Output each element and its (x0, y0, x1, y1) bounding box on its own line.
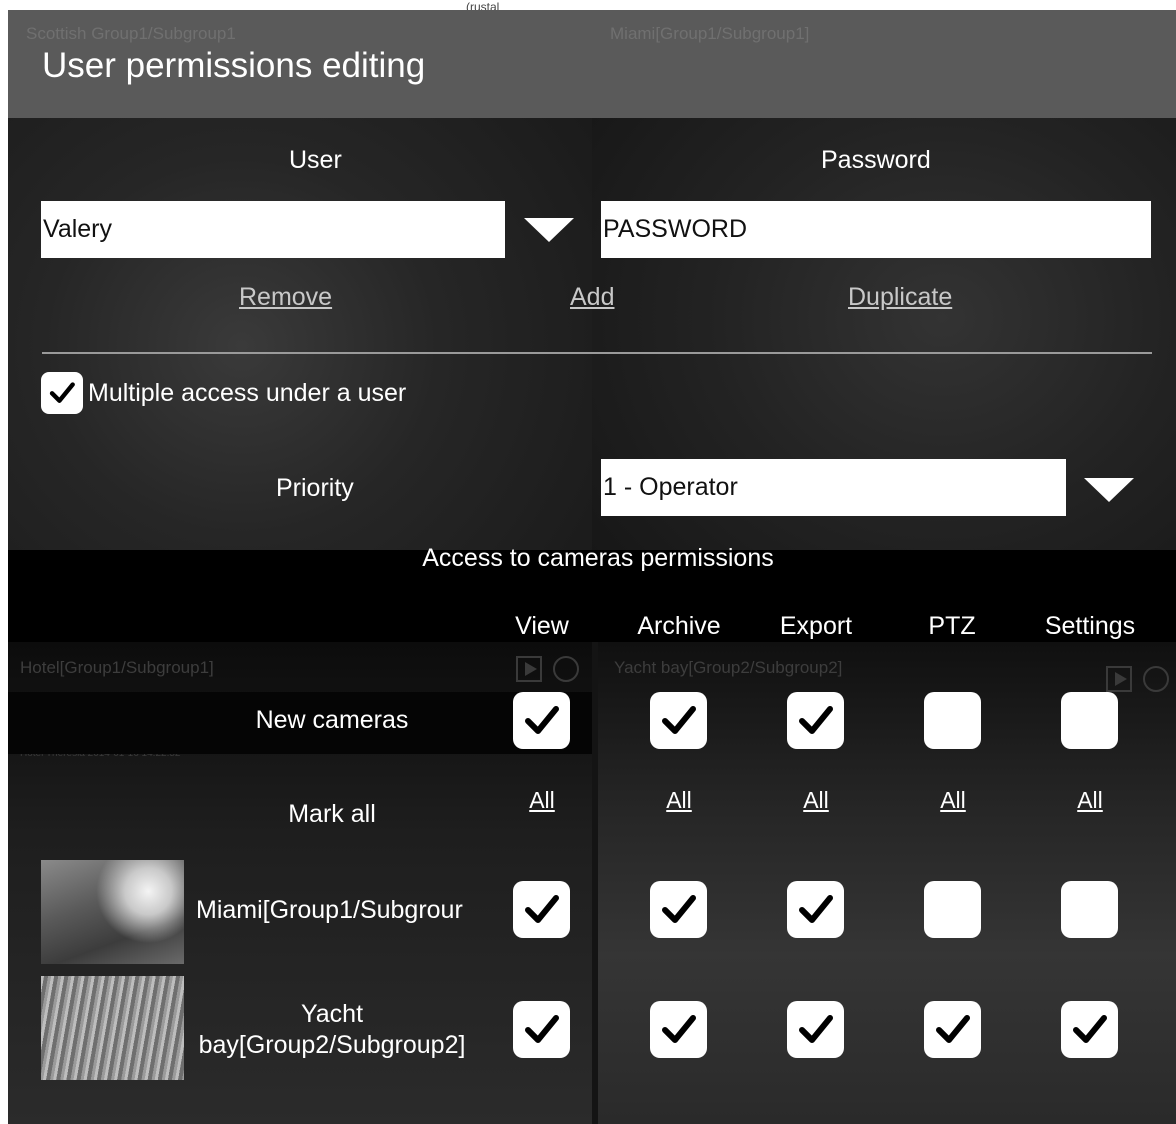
hotel-play-icon (516, 656, 542, 682)
checkmark-icon (799, 706, 833, 734)
miami-camera-thumbnail (41, 860, 184, 964)
checkmark-icon (525, 895, 559, 923)
password-field[interactable]: PASSWORD (601, 201, 1151, 258)
user-label: User (289, 146, 342, 174)
hotel-tile-caption: Hotel[Group1/Subgroup1] (20, 658, 214, 677)
checkmark-icon (936, 1015, 970, 1043)
miami-view-checkbox[interactable] (513, 881, 570, 938)
mark-all-archive-link[interactable]: All (649, 787, 709, 814)
mark-all-export-link[interactable]: All (786, 787, 846, 814)
row-label-miami: Miami[Group1/Subgrour (196, 896, 463, 924)
checkmark-icon (525, 1015, 559, 1043)
priority-label: Priority (276, 474, 354, 502)
checkmark-icon (799, 895, 833, 923)
user-select[interactable]: Valery (41, 201, 505, 258)
yacht-play-icon (1106, 666, 1132, 692)
row-label-yacht-line2: bay[Group2/Subgroup2] (198, 1031, 466, 1059)
ghost-caption-right: Miami[Group1/Subgroup1] (610, 24, 810, 43)
password-label: Password (821, 146, 931, 174)
miami-export-checkbox[interactable] (787, 881, 844, 938)
user-dropdown-icon[interactable] (524, 218, 574, 242)
mark-all-ptz-link[interactable]: All (923, 787, 983, 814)
dialog-title: User permissions editing (42, 46, 426, 85)
yacht-view-checkbox[interactable] (513, 1001, 570, 1058)
duplicate-user-link[interactable]: Duplicate (848, 283, 952, 312)
multiple-access-label: Multiple access under a user (88, 379, 407, 407)
mark-all-settings-link[interactable]: All (1060, 787, 1120, 814)
new-cameras-settings-checkbox[interactable] (1061, 692, 1118, 749)
column-archive: Archive (637, 612, 721, 640)
add-user-link[interactable]: Add (570, 283, 614, 312)
checkmark-icon (525, 706, 559, 734)
mark-all-view-link[interactable]: All (512, 787, 572, 814)
miami-ptz-checkbox[interactable] (924, 881, 981, 938)
column-settings: Settings (1044, 612, 1136, 640)
priority-select[interactable]: 1 - Operator (601, 459, 1066, 516)
yacht-tile-caption: Yacht bay[Group2/Subgroup2] (614, 658, 843, 677)
remove-user-link[interactable]: Remove (239, 283, 332, 312)
checkmark-icon (1073, 1015, 1107, 1043)
mark-all-label: Mark all (288, 800, 376, 828)
column-export: Export (779, 612, 853, 640)
checkmark-icon (662, 895, 696, 923)
multiple-access-checkbox[interactable] (41, 372, 83, 414)
camera-permissions-title: Access to cameras permissions (422, 544, 774, 572)
new-cameras-ptz-checkbox[interactable] (924, 692, 981, 749)
new-cameras-export-checkbox[interactable] (787, 692, 844, 749)
dialog-header: Scottish Group1/Subgroup1 Miami[Group1/S… (8, 10, 1176, 118)
column-view: View (515, 612, 569, 640)
column-ptz: PTZ (928, 612, 976, 640)
priority-dropdown-icon[interactable] (1084, 478, 1134, 502)
checkmark-icon (662, 1015, 696, 1043)
section-divider (42, 352, 1152, 354)
miami-settings-checkbox[interactable] (1061, 881, 1118, 938)
new-cameras-view-checkbox[interactable] (513, 692, 570, 749)
row-label-new-cameras: New cameras (255, 706, 409, 734)
row-label-yacht-line1: Yacht (300, 1000, 364, 1028)
hotel-settings-icon (553, 656, 579, 682)
yacht-ptz-checkbox[interactable] (924, 1001, 981, 1058)
yacht-settings-checkbox[interactable] (1061, 1001, 1118, 1058)
yacht-settings-icon (1143, 666, 1169, 692)
checkmark-icon (662, 706, 696, 734)
new-cameras-archive-checkbox[interactable] (650, 692, 707, 749)
miami-archive-checkbox[interactable] (650, 881, 707, 938)
checkmark-icon (799, 1015, 833, 1043)
checkmark-icon (49, 382, 75, 403)
yacht-archive-checkbox[interactable] (650, 1001, 707, 1058)
yacht-camera-thumbnail (41, 976, 184, 1080)
yacht-export-checkbox[interactable] (787, 1001, 844, 1058)
ghost-caption-left: Scottish Group1/Subgroup1 (26, 24, 236, 43)
